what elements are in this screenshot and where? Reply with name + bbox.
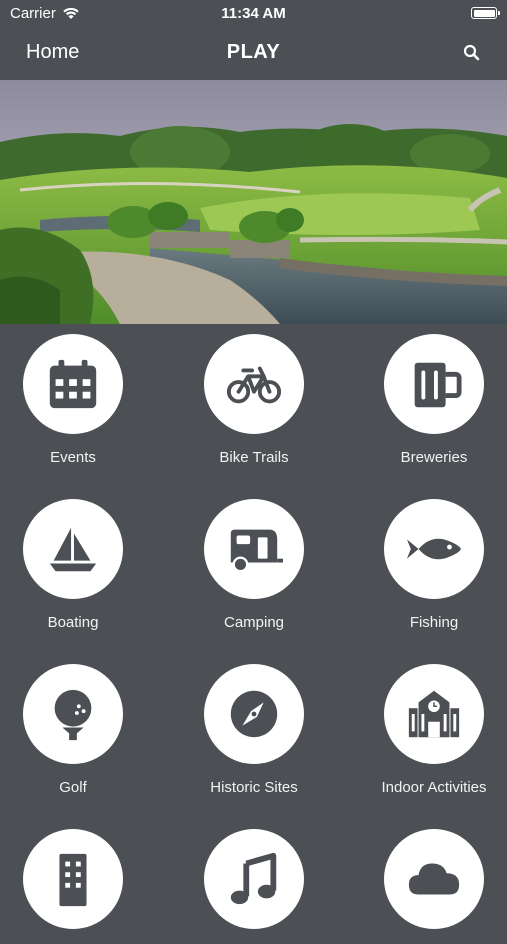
tile-weather[interactable] bbox=[349, 829, 507, 944]
hero-image bbox=[0, 80, 507, 324]
sailboat-icon bbox=[49, 527, 97, 572]
music-note-icon bbox=[230, 852, 277, 905]
tile-golf[interactable]: Golf bbox=[0, 664, 158, 796]
tile-boating[interactable]: Boating bbox=[0, 499, 158, 631]
tile-camping[interactable]: Camping bbox=[169, 499, 339, 631]
tile-historic-sites[interactable]: Historic Sites bbox=[169, 664, 339, 796]
tile-circle[interactable] bbox=[23, 664, 123, 764]
tile-circle[interactable] bbox=[204, 829, 304, 929]
tile-circle[interactable] bbox=[23, 334, 123, 434]
tile-breweries[interactable]: Breweries bbox=[349, 334, 507, 466]
tile-label: Boating bbox=[47, 614, 99, 631]
tile-circle[interactable] bbox=[384, 499, 484, 599]
tile-circle[interactable] bbox=[23, 499, 123, 599]
tile-label: Golf bbox=[59, 779, 87, 796]
tile-circle[interactable] bbox=[204, 499, 304, 599]
tile-label: Indoor Activities bbox=[381, 779, 487, 796]
tile-music[interactable] bbox=[169, 829, 339, 944]
camper-trailer-icon bbox=[230, 529, 283, 573]
tile-circle[interactable] bbox=[204, 664, 304, 764]
tile-indoor-activities[interactable]: Indoor Activities bbox=[349, 664, 507, 796]
compass-icon bbox=[230, 690, 278, 738]
tile-label: Historic Sites bbox=[210, 779, 298, 796]
building-icon bbox=[408, 690, 460, 738]
tile-label: Breweries bbox=[400, 449, 468, 466]
beer-mug-icon bbox=[414, 362, 462, 408]
tile-events[interactable]: Events bbox=[0, 334, 158, 466]
search-icon[interactable] bbox=[462, 43, 482, 63]
navigation-bar: Home PLAY bbox=[0, 28, 507, 78]
bicycle-icon bbox=[226, 366, 282, 404]
cloud-icon bbox=[408, 863, 460, 895]
calendar-icon bbox=[49, 359, 97, 409]
tile-bike-trails[interactable]: Bike Trails bbox=[169, 334, 339, 466]
tile-label: Fishing bbox=[409, 614, 459, 631]
clock: 11:34 AM bbox=[221, 5, 286, 22]
tile-lodging[interactable] bbox=[0, 829, 158, 944]
hotel-icon bbox=[59, 853, 87, 907]
tile-circle[interactable] bbox=[204, 334, 304, 434]
status-bar: Carrier 11:34 AM bbox=[0, 0, 507, 28]
tile-label: Bike Trails bbox=[219, 449, 289, 466]
tile-circle[interactable] bbox=[384, 829, 484, 929]
tile-circle[interactable] bbox=[384, 664, 484, 764]
tile-circle[interactable] bbox=[23, 829, 123, 929]
tile-label: Events bbox=[50, 449, 96, 466]
tile-label: Camping bbox=[223, 614, 285, 631]
battery-icon bbox=[471, 7, 500, 19]
tile-circle[interactable] bbox=[384, 334, 484, 434]
fish-icon bbox=[406, 538, 462, 560]
home-button[interactable]: Home bbox=[26, 41, 79, 64]
tile-fishing[interactable]: Fishing bbox=[349, 499, 507, 631]
golf-ball-icon bbox=[54, 689, 92, 741]
